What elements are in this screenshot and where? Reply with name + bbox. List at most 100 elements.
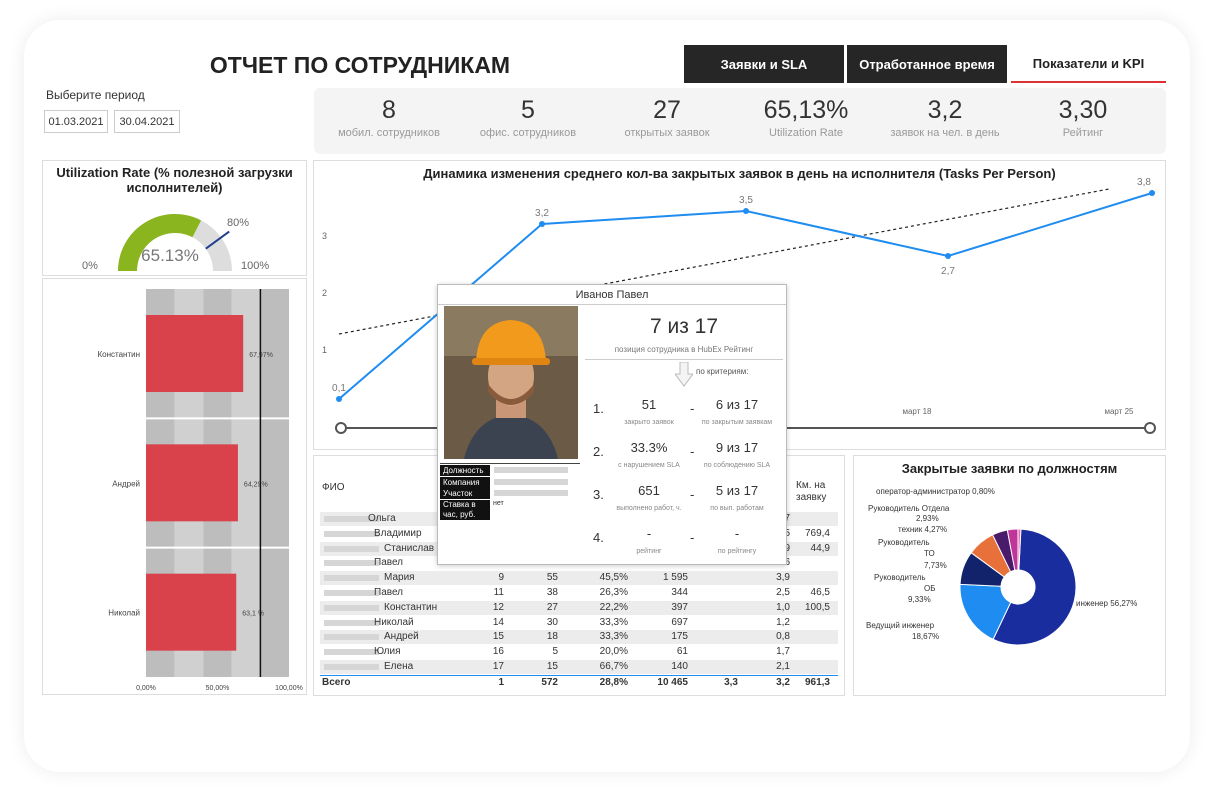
- row-cell: 12: [492, 601, 504, 613]
- util-bar: [146, 315, 244, 392]
- pie-label: 18,67%: [912, 632, 939, 641]
- tab-worked-time[interactable]: Отработанное время: [847, 45, 1007, 83]
- kpi-open-requests: 27 открытых заявок: [624, 96, 710, 139]
- row-cell: 38: [546, 587, 558, 598]
- kpi-rating: 3,30 Рейтинг: [1058, 96, 1108, 139]
- popup-field-label: Участок: [440, 488, 490, 499]
- pie-label: Руководитель: [874, 573, 926, 582]
- row-cell: 1 595: [662, 572, 688, 584]
- arrow-down-icon: [675, 362, 693, 387]
- criterion-position-caption: по соблюдению SLA: [703, 462, 771, 469]
- kpi-utilization: 65,13% Utilization Rate: [763, 96, 849, 139]
- kpi-requests-per-day: 3,2 заявок на чел. в день: [890, 96, 1000, 139]
- criterion-position-caption: по рейтингу: [717, 548, 757, 555]
- total-cell: 10 465: [657, 677, 688, 688]
- criterion-number: 4.: [593, 530, 604, 545]
- row-cell: 140: [671, 661, 688, 672]
- table-row[interactable]: Константин 12 27 22,2% 397 1,0 100,5: [320, 600, 838, 615]
- table-row[interactable]: Андрей 15 18 33,3% 175 0,8: [320, 630, 838, 645]
- row-cell: 66,7%: [599, 661, 628, 672]
- criterion-value-caption: рейтинг: [636, 548, 662, 555]
- criterion-value-caption: закрыто заявок: [624, 419, 674, 426]
- row-name: Андрей: [384, 631, 419, 643]
- x-label: март 18: [902, 407, 932, 416]
- row-cell: 14: [492, 616, 504, 628]
- row-cell: 46,5: [810, 587, 830, 598]
- table-row[interactable]: Мария 9 55 45,5% 1 595 3,9: [320, 571, 838, 586]
- gauge-panel: Utilization Rate (% полезной загрузки ис…: [42, 160, 307, 276]
- row-name: Павел: [374, 557, 404, 569]
- y-tick: 2: [322, 288, 327, 298]
- total-cell: 572: [541, 677, 558, 688]
- row-cell: 1,7: [776, 646, 790, 658]
- series-point: [539, 221, 545, 227]
- table-row[interactable]: Елена 17 15 66,7% 140 2,1: [320, 660, 838, 674]
- kpi-office-staff: 5 офис. сотрудников: [479, 96, 577, 139]
- criterion-number: 2.: [593, 444, 604, 459]
- row-cell: 100,5: [804, 601, 830, 613]
- popup-field-label: Компания: [440, 476, 490, 488]
- criterion-dash: -: [690, 530, 695, 545]
- row-name: Константин: [384, 601, 438, 613]
- row-cell: 1,0: [776, 601, 790, 613]
- series-point: [1149, 190, 1155, 196]
- tab-kpi[interactable]: Показатели и KPI: [1011, 45, 1166, 83]
- row-cell: 33,3%: [599, 631, 628, 643]
- total-cell: 1: [498, 677, 504, 688]
- page-title: ОТЧЕТ ПО СОТРУДНИКАМ: [209, 52, 511, 78]
- date-to-input[interactable]: 30.04.2021: [114, 110, 180, 133]
- row-cell: 9: [498, 572, 504, 584]
- gauge-value: 65.13%: [141, 246, 199, 265]
- utilization-bar-panel: Константин67,97%Андрей64,29%Николай63,1 …: [42, 278, 307, 695]
- table-row[interactable]: Юлия 16 5 20,0% 61 1,7: [320, 645, 838, 660]
- row-name: Юлия: [374, 646, 401, 658]
- range-slider-end-handle[interactable]: [1144, 422, 1156, 434]
- table-row[interactable]: Николай 14 30 33,3% 697 1,2: [320, 615, 838, 630]
- pie-label: ТО: [924, 549, 935, 558]
- criterion-number: 3.: [593, 487, 604, 502]
- date-from-input[interactable]: 01.03.2021: [44, 110, 108, 133]
- range-slider-start-handle[interactable]: [335, 422, 347, 434]
- total-cell: 3,2: [776, 677, 790, 688]
- util-bar-label: 64,29%: [244, 481, 268, 488]
- row-name: Николай: [374, 616, 414, 628]
- pie-label: ОБ: [924, 584, 935, 593]
- util-bar: [146, 573, 237, 651]
- criterion-position: 9 из 17: [715, 440, 759, 455]
- row-cell: 697: [671, 616, 688, 628]
- row-cell: 5: [552, 646, 558, 658]
- col-header-km[interactable]: Км. на заявку: [796, 480, 836, 504]
- point-label: 3,5: [739, 195, 753, 206]
- util-tick: 50,00%: [206, 685, 230, 692]
- row-cell: 20,0%: [599, 646, 628, 658]
- row-cell: 15: [546, 661, 558, 672]
- pie-label: техник 4,27%: [898, 525, 947, 534]
- criterion-value: 51: [641, 397, 657, 412]
- util-bar-name: Николай: [108, 609, 140, 618]
- table-row[interactable]: Павел 11 38 26,3% 344 2,5 46,5: [320, 586, 838, 600]
- point-label: 3,2: [535, 208, 549, 219]
- pie-chart: оператор-администратор 0,80% Руководитель…: [866, 487, 1137, 646]
- criterion-value: 33.3%: [630, 440, 668, 455]
- popup-rank-caption: позиция сотрудника в HubEx Рейтинг: [614, 345, 754, 354]
- criterion-dash: -: [690, 444, 695, 459]
- pie-label: инженер 56,27%: [1076, 599, 1137, 608]
- row-cell: 44,9: [810, 542, 830, 554]
- criterion-value-caption: выполнено работ, ч.: [616, 505, 682, 512]
- row-cell: 18: [546, 631, 558, 643]
- row-cell: 0,8: [776, 631, 790, 643]
- popup-rate-value: нет: [493, 500, 504, 507]
- row-name: Павел: [374, 587, 404, 598]
- criterion-number: 1.: [593, 401, 604, 416]
- row-cell: 45,5%: [599, 572, 628, 584]
- col-header-fio[interactable]: ФИО: [322, 482, 345, 493]
- tab-requests-sla[interactable]: Заявки и SLA: [684, 45, 844, 83]
- series-point: [336, 396, 342, 402]
- row-name: Мария: [384, 572, 415, 584]
- total-cell: 3,3: [724, 677, 738, 688]
- row-cell: 1,2: [776, 616, 790, 628]
- pie-label: 9,33%: [908, 595, 931, 604]
- criterion-dash: -: [690, 401, 695, 416]
- pie-label: Ведущий инженер: [866, 621, 935, 630]
- row-name: Ольга: [368, 513, 396, 524]
